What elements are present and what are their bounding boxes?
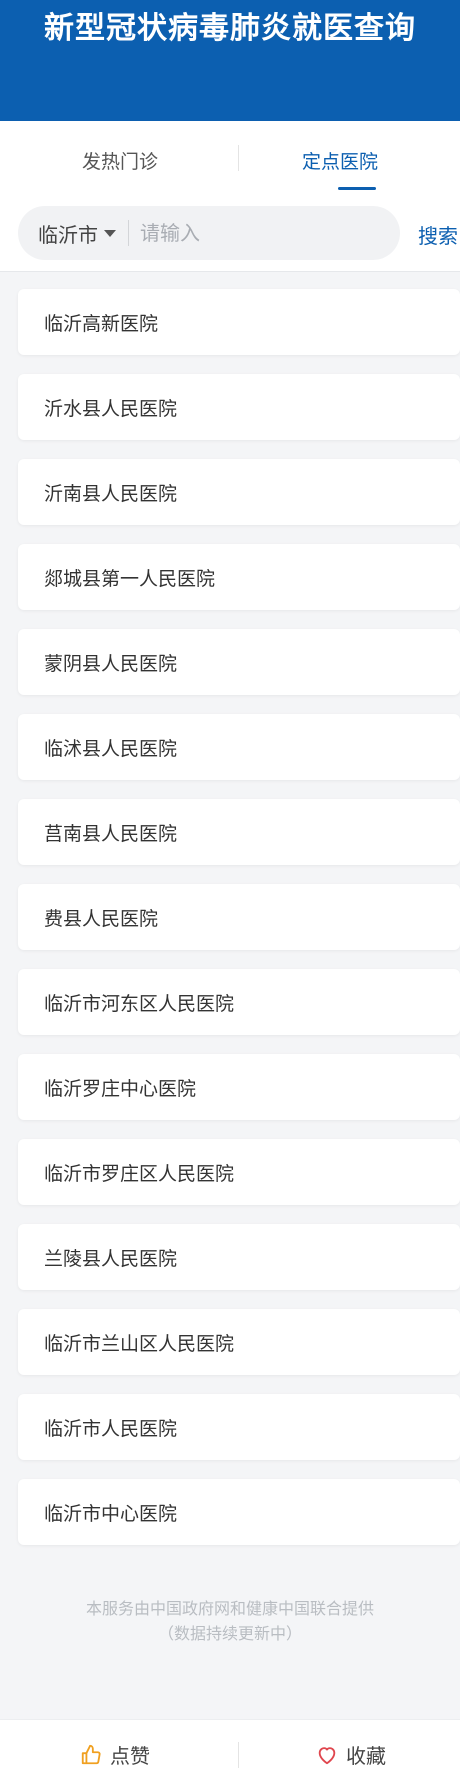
hospital-item[interactable]: 郯城县第一人民医院 <box>18 544 460 610</box>
page-header: 新型冠状病毒肺炎就医查询 <box>0 0 460 121</box>
hospital-item[interactable]: 临沂市罗庄区人民医院 <box>18 1139 460 1205</box>
hospital-item[interactable]: 临沂罗庄中心医院 <box>18 1054 460 1120</box>
favorite-label: 收藏 <box>346 1744 386 1768</box>
tab-fever-clinic[interactable]: 发热门诊 <box>0 121 240 199</box>
search-divider <box>128 220 129 246</box>
search-bar: 临沂市 搜索 <box>0 199 460 272</box>
hospital-item[interactable]: 兰陵县人民医院 <box>18 1224 460 1290</box>
hospital-item[interactable]: 沂南县人民医院 <box>18 459 460 525</box>
hospital-item[interactable]: 临沂市中心医院 <box>18 1479 460 1545</box>
bottom-action-bar: 点赞 收藏 <box>0 1719 460 1789</box>
hospital-item[interactable]: 临沂市河东区人民医院 <box>18 969 460 1035</box>
city-label: 临沂市 <box>38 222 98 247</box>
page-title: 新型冠状病毒肺炎就医查询 <box>44 11 416 46</box>
like-button[interactable]: 点赞 <box>0 1720 230 1789</box>
hospital-item[interactable]: 蒙阴县人民医院 <box>18 629 460 695</box>
hospital-item[interactable]: 莒南县人民医院 <box>18 799 460 865</box>
footer-line-update: （数据持续更新中） <box>157 1624 302 1643</box>
hospital-list: 临沂高新医院 沂水县人民医院 沂南县人民医院 郯城县第一人民医院 蒙阴县人民医院… <box>18 289 460 1564</box>
heart-icon <box>318 1746 336 1764</box>
hospital-item[interactable]: 临沂市兰山区人民医院 <box>18 1309 460 1375</box>
favorite-button[interactable]: 收藏 <box>236 1720 460 1789</box>
hospital-item[interactable]: 费县人民医院 <box>18 884 460 950</box>
tab-bar: 发热门诊 定点医院 <box>0 121 460 199</box>
hospital-item[interactable]: 临沂高新医院 <box>18 289 460 355</box>
active-tab-indicator <box>338 187 376 190</box>
search-input[interactable] <box>140 206 380 260</box>
city-dropdown[interactable]: 临沂市 <box>38 206 116 260</box>
search-box: 临沂市 <box>18 206 400 260</box>
like-label: 点赞 <box>110 1744 150 1768</box>
hospital-item[interactable]: 沂水县人民医院 <box>18 374 460 440</box>
hospital-item[interactable]: 临沂市人民医院 <box>18 1394 460 1460</box>
caret-down-icon <box>104 229 116 237</box>
hospital-item[interactable]: 临沭县人民医院 <box>18 714 460 780</box>
thumbs-up-icon <box>81 1744 101 1764</box>
footer-note: 本服务由中国政府网和健康中国联合提供 （数据持续更新中） <box>0 1596 460 1646</box>
footer-line-provider: 本服务由中国政府网和健康中国联合提供 <box>85 1599 374 1618</box>
search-button[interactable]: 搜索 <box>418 199 458 269</box>
